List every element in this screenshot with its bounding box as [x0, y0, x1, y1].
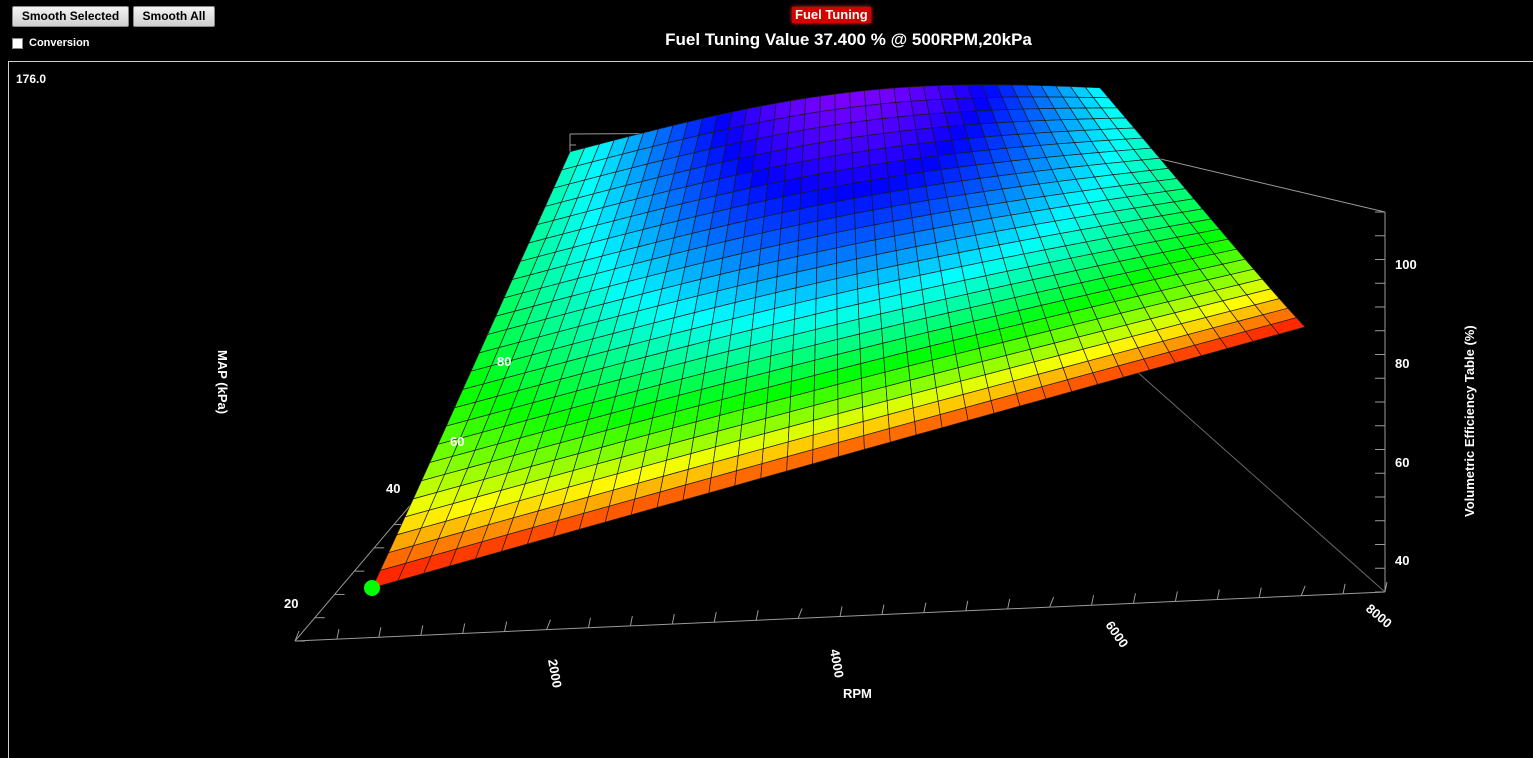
surface-cell[interactable] — [866, 118, 885, 136]
rpm-tick — [671, 613, 675, 625]
rpm-tick — [378, 627, 382, 638]
surface-cell[interactable] — [915, 127, 936, 145]
rpm-tick-label: 2000 — [545, 658, 565, 689]
surface-cell[interactable] — [850, 120, 869, 139]
rpm-tick — [713, 612, 717, 623]
surface-cell[interactable] — [789, 97, 806, 118]
rpm-tick — [1049, 596, 1055, 608]
surface-cell[interactable] — [804, 95, 821, 115]
map-tick-label: 40 — [386, 481, 400, 496]
surface-cell[interactable] — [819, 109, 836, 128]
surface-cell[interactable] — [903, 157, 924, 176]
rpm-tick — [1342, 583, 1346, 594]
rpm-tick — [587, 617, 591, 628]
surface-cell[interactable] — [878, 87, 897, 105]
surface-cell[interactable] — [918, 141, 939, 159]
rpm-tick — [294, 630, 300, 642]
selected-point-marker[interactable] — [364, 580, 380, 596]
surface-cell[interactable] — [835, 137, 853, 157]
rpm-tick-label: 6000 — [1103, 618, 1132, 650]
ve-tick-label: 100 — [1395, 257, 1417, 272]
surface-cell[interactable] — [849, 90, 866, 108]
surface-cell[interactable] — [867, 132, 886, 151]
rpm-tick-label: 4000 — [827, 648, 847, 679]
rpm-tick — [755, 610, 759, 621]
rpm-tick — [839, 606, 843, 617]
surface-cell[interactable] — [880, 102, 899, 120]
surface-cell[interactable] — [884, 145, 905, 164]
surface-cell[interactable] — [834, 107, 852, 126]
map-tick-label: 60 — [450, 434, 464, 449]
rpm-tick — [504, 621, 508, 632]
surface-mesh[interactable] — [364, 84, 1306, 596]
rpm-tick — [1007, 598, 1011, 610]
rpm-tick — [1132, 593, 1136, 604]
surface-cell[interactable] — [834, 91, 851, 110]
rpm-tick — [1174, 591, 1178, 602]
rpm-tick — [797, 608, 803, 619]
surface-cell[interactable] — [897, 114, 917, 132]
ve-surface-chart[interactable]: 2000 4000 6000 8000 20 40 60 80 40 60 80 100 RPM MAP … — [0, 0, 1533, 758]
surface-cell[interactable] — [901, 143, 922, 161]
rpm-tick — [1091, 595, 1095, 606]
rpm-tick — [923, 602, 927, 613]
ve-tick-label: 60 — [1395, 455, 1409, 470]
map-tick-label: 20 — [284, 596, 298, 611]
rpm-tick — [336, 629, 340, 640]
rpm-tick — [881, 604, 885, 615]
surface-cell[interactable] — [834, 122, 852, 141]
surface-cell[interactable] — [865, 103, 883, 121]
ve-axis-label: Volumetric Efficiency Table (%) — [1462, 325, 1477, 517]
rpm-tick — [965, 600, 969, 611]
rpm-tick — [546, 619, 552, 630]
surface-cell[interactable] — [895, 100, 914, 118]
surface-cell[interactable] — [818, 124, 836, 144]
rpm-tick — [1258, 587, 1262, 598]
ve-tick-label: 80 — [1395, 356, 1409, 371]
rpm-tick-label: 8000 — [1363, 601, 1395, 631]
map-tick-label: 80 — [497, 354, 511, 369]
surface-cell[interactable] — [881, 116, 901, 134]
surface-cell[interactable] — [849, 105, 867, 123]
surface-cell[interactable] — [864, 88, 882, 106]
surface-cell[interactable] — [803, 111, 821, 131]
surface-cell[interactable] — [899, 129, 919, 147]
ve-tick-label: 40 — [1395, 553, 1409, 568]
map-axis-label: MAP (kPa) — [215, 350, 230, 414]
rpm-tick — [629, 615, 633, 627]
rpm-tick — [420, 625, 424, 636]
rpm-tick — [1216, 589, 1220, 600]
rpm-tick — [1300, 585, 1306, 596]
surface-cell[interactable] — [868, 147, 888, 166]
surface-cell[interactable] — [883, 130, 903, 149]
surface-cell[interactable] — [851, 135, 870, 154]
rpm-axis-label: RPM — [843, 686, 872, 701]
rpm-tick — [462, 623, 466, 634]
surface-cell[interactable] — [819, 93, 836, 113]
surface-cell[interactable] — [920, 155, 942, 173]
surface-cell[interactable] — [893, 86, 912, 103]
